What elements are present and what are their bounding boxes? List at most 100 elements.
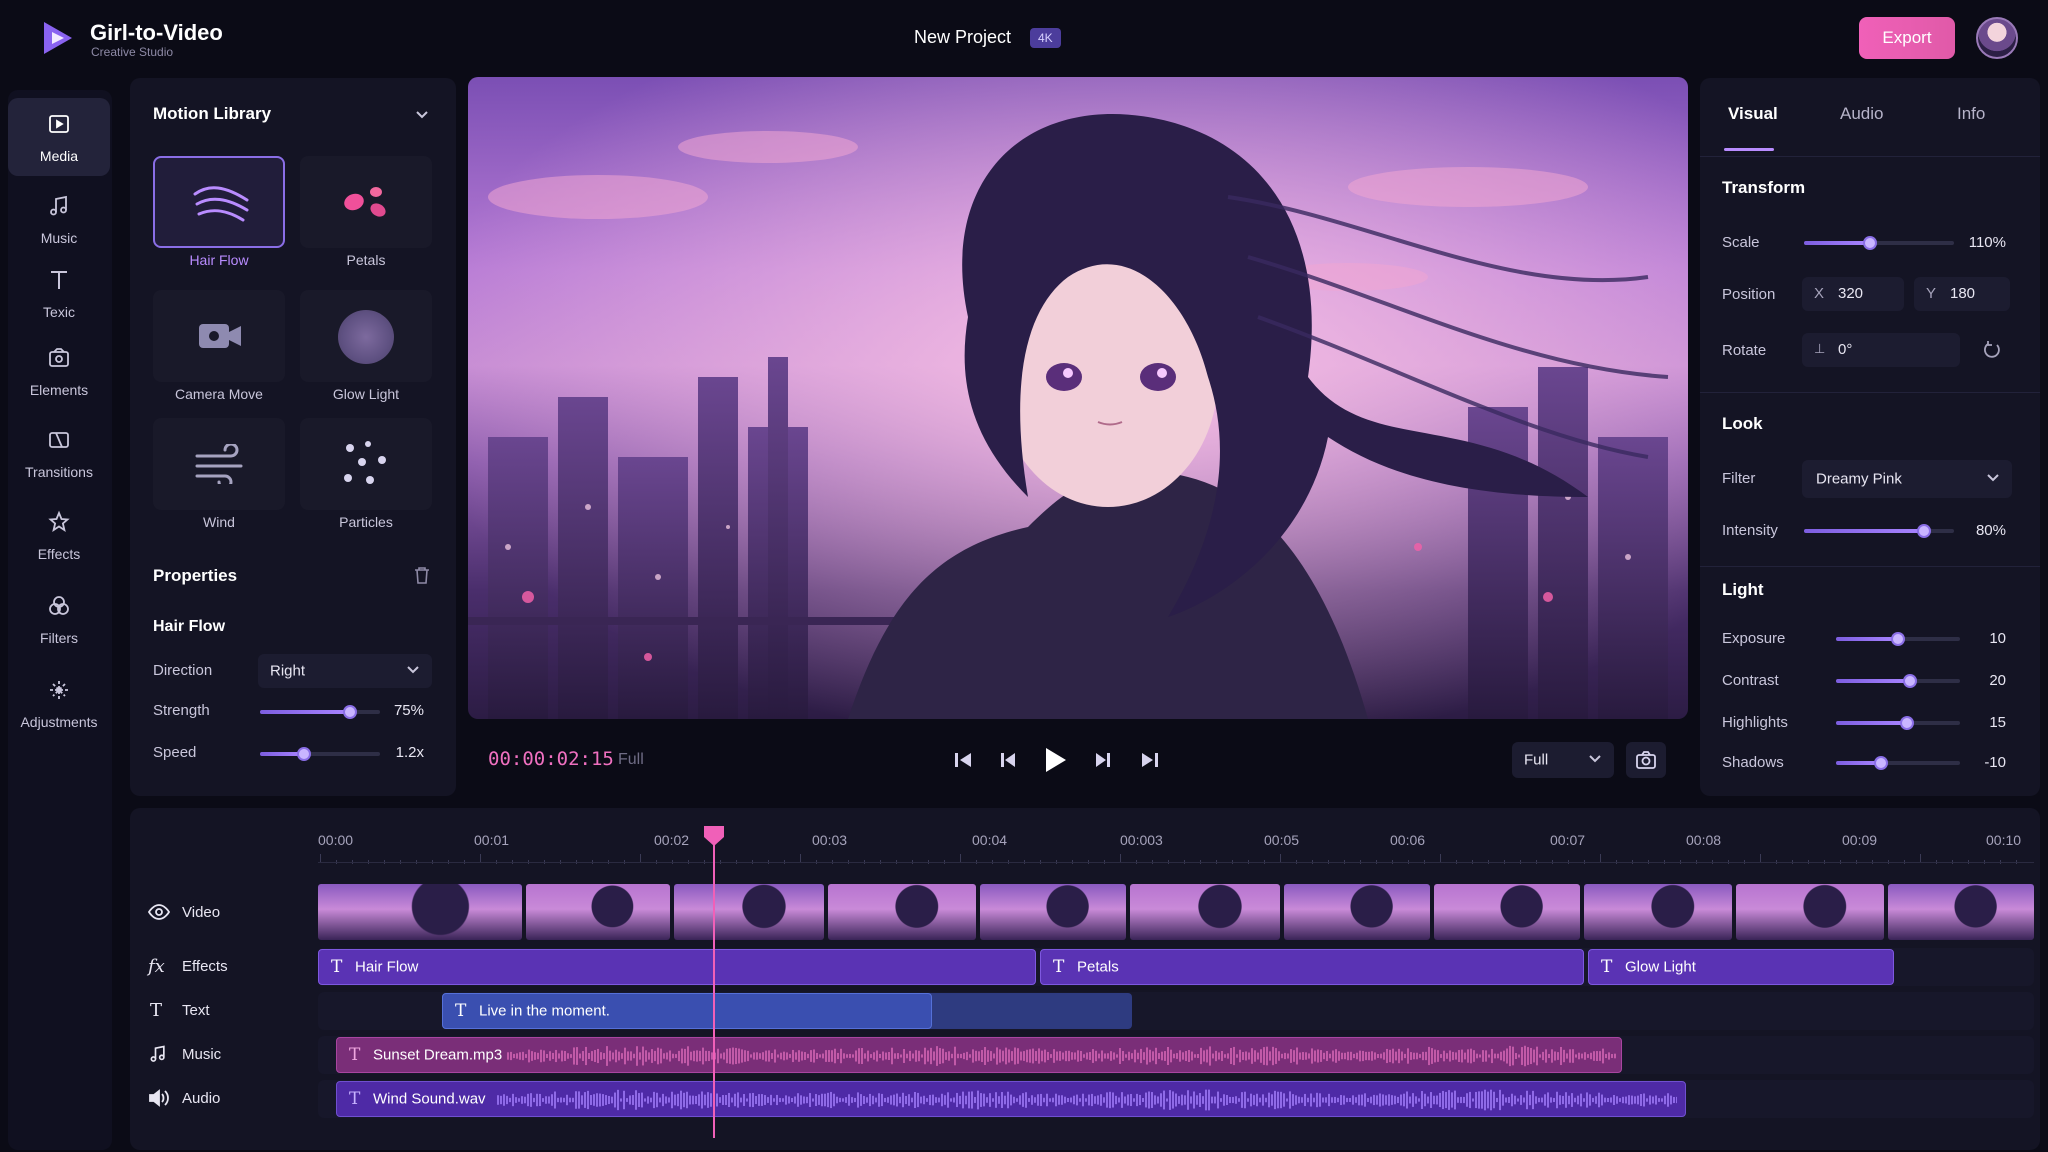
highlights-slider[interactable] [1836,716,1960,730]
rotate-field[interactable]: ⊥ 0° [1802,333,1960,367]
user-avatar[interactable] [1976,17,2018,59]
speed-label: Speed [153,744,197,761]
slider-fill [1836,637,1898,641]
step-back-icon[interactable] [993,745,1023,775]
slider-fill [1836,721,1907,725]
filter-select[interactable]: Dreamy Pink [1802,460,2012,498]
quality-select[interactable]: Full [1512,742,1614,778]
slider-knob[interactable] [1891,632,1905,646]
track-label: Audio [182,1090,221,1107]
position-x-field[interactable]: X 320 [1802,277,1904,311]
nav-item-elements[interactable]: Elements [8,332,110,410]
nav-item-adjustments[interactable]: Adjustments [8,664,110,742]
play-icon[interactable] [1037,743,1071,777]
clip-music[interactable]: T Sunset Dream.mp3 [336,1037,1622,1073]
track-label: Effects [182,958,228,975]
skip-to-start-icon[interactable] [948,745,978,775]
tile-camera-move[interactable] [153,290,285,382]
divider [1700,156,2040,157]
slider-knob[interactable] [1863,236,1877,250]
rotate-value: 0° [1838,341,1853,358]
chevron-down-icon[interactable] [414,106,430,122]
shadows-slider[interactable] [1836,756,1960,770]
slider-knob[interactable] [1899,716,1914,730]
nav-item-music[interactable]: Music [8,180,110,258]
speaker-icon[interactable] [148,1088,170,1108]
slider-knob[interactable] [1873,756,1888,770]
tile-hair-flow[interactable] [153,156,285,248]
elements-icon [47,346,71,370]
nav-item-text[interactable]: Texic [8,254,110,332]
trash-icon[interactable] [414,566,430,584]
scale-slider[interactable] [1804,236,1954,250]
clip-audio[interactable]: T Wind Sound.wav [336,1081,1686,1117]
light-title: Light [1722,580,1764,599]
export-button[interactable]: Export [1859,17,1955,59]
ruler-label: 00:02 [654,832,690,848]
strength-slider[interactable] [260,705,380,719]
clip-text[interactable]: T Live in the moment. [442,993,932,1029]
clip-petals[interactable]: T Petals [1040,949,1584,985]
tile-wind[interactable] [153,418,285,510]
scale-value: 110% [1968,234,2006,251]
tile-petals[interactable] [300,156,432,248]
chevron-down-icon [1588,751,1602,769]
slider-knob[interactable] [1917,524,1931,538]
tab-info[interactable]: Info [1957,104,1985,124]
clip-hair-flow[interactable]: T Hair Flow [318,949,1036,985]
nav-item-filters[interactable]: Filters [8,580,110,658]
y-label: Y [1926,285,1937,302]
eye-icon[interactable] [148,902,170,922]
exposure-slider[interactable] [1836,632,1960,646]
video-preview[interactable] [468,77,1688,719]
intensity-slider[interactable] [1804,524,1954,538]
step-forward-icon[interactable] [1088,745,1118,775]
camera-icon [197,316,243,356]
ruler-label: 00:003 [1120,832,1163,848]
tile-label: Wind [203,514,235,530]
nav-label: Elements [29,382,89,398]
scale-label: Scale [1722,234,1760,251]
contrast-slider[interactable] [1836,674,1960,688]
clip-label: Live in the moment. [479,1002,610,1020]
nav-item-transitions[interactable]: Transitions [8,414,110,492]
skip-to-end-icon[interactable] [1135,745,1165,775]
speed-slider[interactable] [260,747,380,761]
ruler-label: 00:06 [1390,832,1426,848]
tile-label: Petals [346,252,386,268]
video-thumbnail [526,884,670,940]
playhead[interactable] [713,828,715,1138]
tile-glow-light[interactable] [300,290,432,382]
nav-label: Adjustments [20,714,98,730]
left-nav: Media Music Texic Elements Transitions E… [8,90,112,1150]
glow-icon [338,310,394,364]
video-thumbnail [318,884,522,940]
ruler-tick [1280,854,1281,862]
clip-glow-light[interactable]: T Glow Light [1588,949,1894,985]
chevron-down-icon [406,662,420,680]
direction-label: Direction [153,662,213,679]
app-logo-icon [40,18,76,58]
snapshot-button[interactable] [1626,742,1666,778]
properties-title: Properties [153,566,238,585]
tile-particles[interactable] [300,418,432,510]
ruler-tick [960,854,961,862]
nav-item-effects[interactable]: Effects [8,496,110,574]
nav-label: Filters [39,630,79,646]
slider-knob[interactable] [343,705,357,719]
angle-icon: ⊥ [1814,341,1826,356]
quality-value: Full [1524,751,1549,769]
intensity-value: 80% [1975,522,2006,539]
position-y-field[interactable]: Y 180 [1914,277,2010,311]
rotate-label: Rotate [1722,342,1767,359]
reset-rotate-icon[interactable] [1982,340,2002,365]
ruler-tick [800,854,801,862]
look-title: Look [1722,414,1763,433]
video-thumbnail [980,884,1126,940]
nav-item-media[interactable]: Media [8,98,110,176]
tab-visual[interactable]: Visual [1728,104,1778,124]
project-name[interactable]: New Project [914,27,1011,48]
direction-select[interactable]: Right [258,654,432,688]
tile-label: Particles [339,514,393,530]
tab-audio[interactable]: Audio [1840,104,1883,124]
